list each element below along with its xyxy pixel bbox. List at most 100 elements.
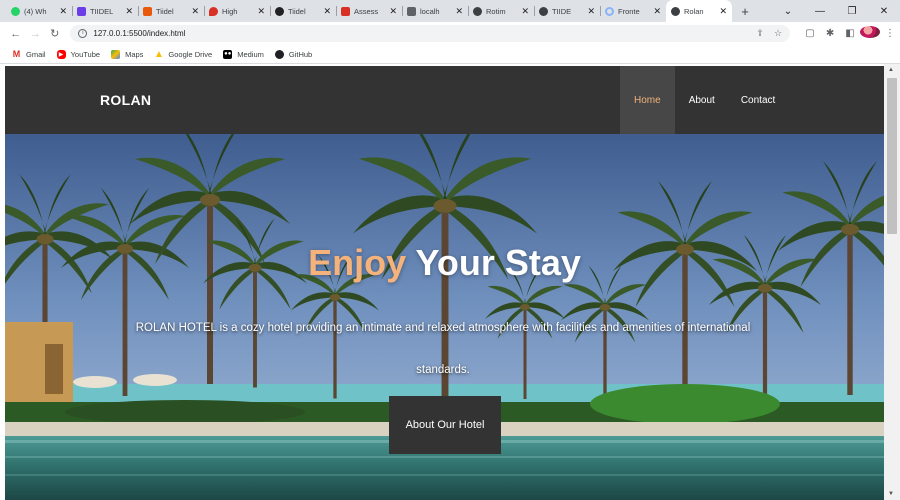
scroll-down-icon[interactable]: ▼ — [888, 491, 894, 497]
tab-label: Fronte — [618, 6, 640, 16]
browser-tab[interactable]: Tiidel ✕ — [138, 0, 204, 22]
toolbar-actions: ▢ ✱ ◧ ⋮ — [800, 26, 900, 41]
browser-tab[interactable]: High ✕ — [204, 0, 270, 22]
close-icon[interactable]: ✕ — [587, 6, 595, 17]
tab-label: High — [222, 6, 238, 16]
nav-links: Home About Contact — [620, 66, 789, 134]
loading-icon — [605, 6, 614, 16]
maps-icon — [111, 49, 121, 59]
browser-toolbar: ← → ↻ i 127.0.0.1:5500/index.html ⇪ ☆ ▢ … — [0, 22, 900, 45]
side-panel-icon[interactable]: ◧ — [840, 28, 860, 39]
pin-icon — [209, 6, 218, 16]
orange-icon — [143, 6, 152, 16]
globe-icon — [671, 6, 680, 16]
close-icon[interactable]: ✕ — [323, 6, 331, 17]
nav-link-contact[interactable]: Contact — [729, 66, 789, 134]
menu-icon[interactable]: ⋮ — [880, 28, 900, 39]
scroll-up-icon[interactable]: ▲ — [888, 67, 894, 73]
hero-heading-rest: Your Stay — [406, 242, 581, 283]
about-hotel-button[interactable]: About Our Hotel — [389, 396, 501, 454]
browser-tab[interactable]: localh ✕ — [402, 0, 468, 22]
bookmark-gmail[interactable]: M Gmail — [12, 49, 46, 59]
bookmark-label: Gmail — [26, 49, 46, 59]
close-icon[interactable]: ✕ — [455, 6, 463, 17]
close-icon[interactable]: ✕ — [653, 6, 661, 17]
tab-label: (4) Wh — [24, 6, 47, 16]
hotel-page: ROLAN Home About Contact Enjoy Your Stay… — [5, 66, 884, 500]
puzzle-icon[interactable]: ✱ — [820, 28, 840, 39]
tab-label: TIIDE — [552, 6, 572, 16]
purple-square-icon — [77, 6, 86, 16]
forward-icon[interactable]: → — [27, 28, 42, 40]
page-viewport: ROLAN Home About Contact Enjoy Your Stay… — [0, 64, 900, 500]
window-controls: ⌄ — ❐ ✕ — [772, 0, 900, 22]
minimize-icon[interactable]: — — [804, 6, 836, 17]
browser-tab[interactable]: Tiidel ✕ — [270, 0, 336, 22]
close-icon[interactable]: ✕ — [521, 6, 529, 17]
hero-section: Enjoy Your Stay ROLAN HOTEL is a cozy ho… — [5, 134, 884, 500]
star-icon[interactable]: ☆ — [774, 28, 782, 39]
bookmark-label: Maps — [125, 49, 144, 59]
url-text[interactable]: 127.0.0.1:5500/index.html — [93, 29, 746, 38]
close-icon[interactable]: ✕ — [125, 6, 133, 17]
tab-label: Rotim — [486, 6, 506, 16]
tab-label: Rolan — [684, 6, 704, 16]
bookmark-github[interactable]: GitHub — [274, 49, 313, 59]
page-scrollbar[interactable]: ▲ ▼ — [884, 64, 900, 500]
tab-label: Tiidel — [156, 6, 174, 16]
restore-icon[interactable]: ❐ — [836, 6, 868, 17]
close-icon[interactable]: ✕ — [389, 6, 397, 17]
nav-link-about[interactable]: About — [675, 66, 729, 134]
bookmark-youtube[interactable]: ▶ YouTube — [56, 49, 101, 59]
bookmark-label: YouTube — [70, 49, 101, 59]
close-icon[interactable]: ✕ — [191, 6, 199, 17]
profile-avatar[interactable] — [860, 26, 881, 41]
tab-strip: (4) Wh ✕ TIIDEL ✕ Tiidel ✕ High ✕ Tiidel ✕ As… — [0, 0, 900, 22]
hero-heading: Enjoy Your Stay — [5, 242, 884, 284]
gmail-icon — [341, 6, 350, 16]
browser-tab[interactable]: TIIDE ✕ — [534, 0, 600, 22]
nav-link-home[interactable]: Home — [620, 66, 675, 134]
hero-heading-accent: Enjoy — [308, 242, 407, 283]
globe-icon — [539, 6, 548, 16]
youtube-icon: ▶ — [56, 49, 66, 59]
whatsapp-icon — [11, 6, 20, 16]
bookmark-label: GitHub — [288, 49, 313, 59]
bookmark-maps[interactable]: Maps — [111, 49, 144, 59]
globe-icon — [473, 6, 482, 16]
tab-label: TIIDEL — [90, 6, 114, 16]
browser-tab[interactable]: Rotim ✕ — [468, 0, 534, 22]
github-icon — [275, 6, 284, 16]
bookmark-label: Medium — [237, 49, 264, 59]
new-tab-button[interactable]: + — [734, 0, 756, 22]
browser-tab[interactable]: Fronte ✕ — [600, 0, 666, 22]
close-icon[interactable]: ✕ — [719, 6, 727, 17]
scrollbar-thumb[interactable] — [887, 78, 897, 234]
browser-tab[interactable]: Assess ✕ — [336, 0, 402, 22]
extension-box-icon[interactable]: ▢ — [800, 28, 820, 39]
github-icon — [274, 49, 284, 59]
gmail-icon: M — [12, 49, 21, 59]
site-logo[interactable]: ROLAN — [100, 92, 151, 108]
medium-icon: ●● — [223, 49, 233, 59]
tab-label: localh — [420, 6, 440, 16]
site-navbar: ROLAN Home About Contact — [5, 66, 884, 134]
close-icon[interactable]: ✕ — [59, 6, 67, 17]
reload-icon[interactable]: ↻ — [47, 27, 62, 40]
address-bar[interactable]: i 127.0.0.1:5500/index.html ⇪ ☆ — [70, 25, 791, 42]
bookmark-google-drive[interactable]: ▲ Google Drive — [153, 48, 213, 60]
back-icon[interactable]: ← — [8, 28, 23, 40]
close-icon[interactable]: ✕ — [257, 6, 265, 17]
browser-tab[interactable]: TIIDEL ✕ — [72, 0, 138, 22]
bookmark-label: Google Drive — [168, 49, 213, 59]
hero-description: ROLAN HOTEL is a cozy hotel providing an… — [135, 322, 751, 376]
info-icon[interactable]: i — [78, 29, 88, 38]
bookmark-medium[interactable]: ●● Medium — [223, 49, 264, 59]
browser-tab-active[interactable]: Rolan ✕ — [666, 0, 732, 22]
share-icon[interactable]: ⇪ — [756, 28, 764, 39]
drive-icon: ▲ — [153, 48, 164, 60]
close-window-icon[interactable]: ✕ — [868, 6, 900, 17]
browser-tab[interactable]: (4) Wh ✕ — [6, 0, 72, 22]
bookmarks-bar: M Gmail ▶ YouTube Maps ▲ Google Drive ●● Med… — [0, 45, 900, 64]
chevron-down-icon[interactable]: ⌄ — [772, 6, 804, 17]
